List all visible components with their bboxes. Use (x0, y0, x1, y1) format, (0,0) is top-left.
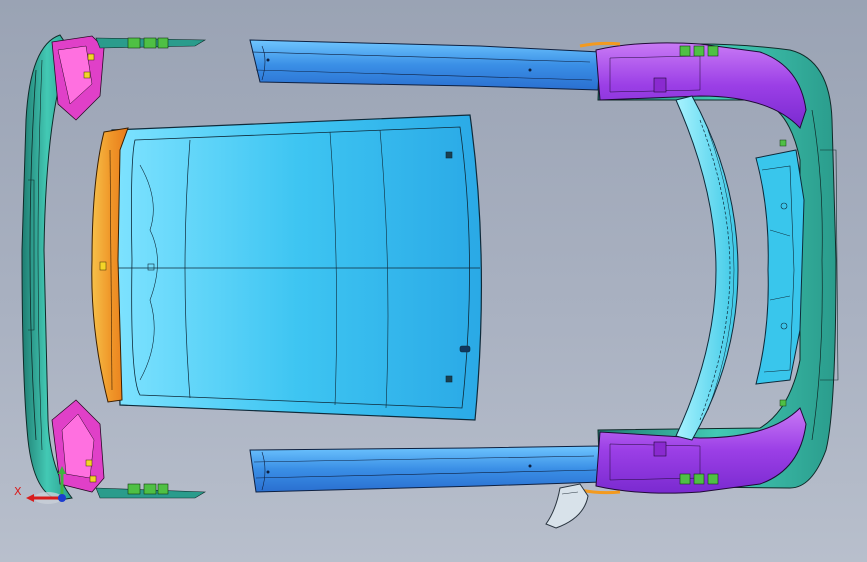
cad-model[interactable] (0, 0, 867, 562)
door-handle-part[interactable] (545, 483, 589, 529)
rear-window-frame[interactable] (675, 95, 739, 441)
tailgate-inner-panel[interactable] (755, 149, 805, 385)
triad-axis-label: X (14, 485, 22, 498)
right-side-sill[interactable] (249, 445, 603, 493)
cad-viewport[interactable]: X (0, 0, 867, 562)
left-side-sill[interactable] (249, 39, 601, 91)
roof-panel[interactable] (111, 114, 483, 421)
